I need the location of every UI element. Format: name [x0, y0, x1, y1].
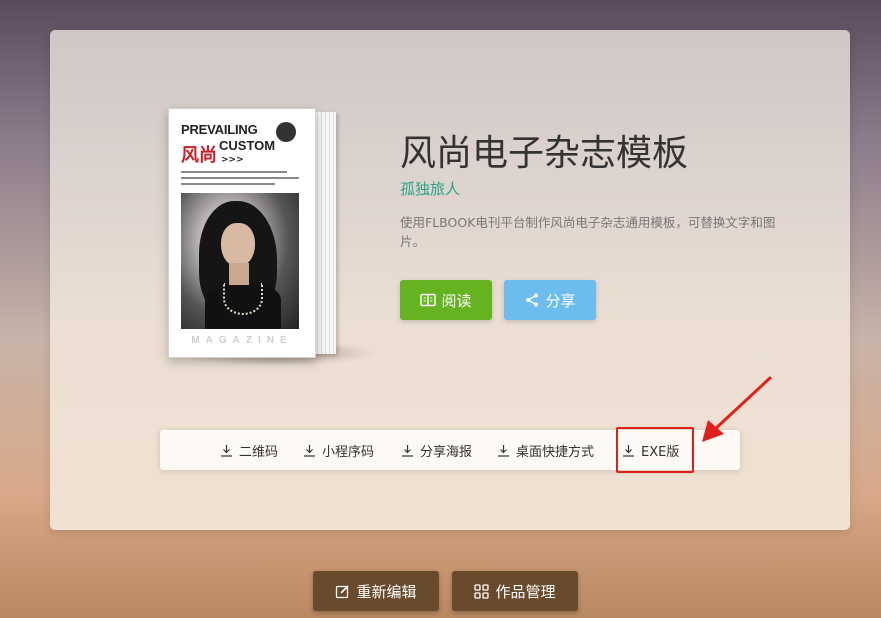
grid-icon: [474, 583, 490, 599]
edit-icon: [336, 584, 350, 598]
download-icon: [402, 444, 413, 457]
cover-arrows: >>>: [221, 155, 244, 165]
download-miniprogram-code[interactable]: 小程序码: [303, 430, 374, 470]
re-edit-label: 重新编辑: [356, 582, 417, 601]
cover-footer-text: MAGAZINE: [191, 335, 293, 346]
download-miniprogram-label: 小程序码: [322, 444, 375, 460]
cover-text-lines: [181, 171, 299, 189]
annotation-arrow-icon: [702, 376, 772, 442]
download-desktop-shortcut[interactable]: 桌面快捷方式: [497, 430, 594, 470]
download-share-poster[interactable]: 分享海报: [401, 430, 472, 470]
works-manage-button[interactable]: 作品管理: [452, 571, 578, 611]
work-title: 风尚电子杂志模板: [400, 133, 689, 174]
cover-title-line2: CUSTOM: [219, 138, 276, 153]
works-manage-label: 作品管理: [495, 582, 556, 601]
download-icon: [304, 444, 315, 457]
read-button[interactable]: 阅读: [400, 280, 492, 320]
download-share-poster-label: 分享海报: [420, 444, 473, 460]
download-icon: [498, 444, 509, 457]
share-icon: [526, 293, 539, 307]
download-icon: [221, 444, 232, 457]
work-card: PREVAILING CUSTOM 风尚 >>> MAGAZINE 风尚电子杂志…: [50, 30, 850, 530]
cover-title-line1: PREVAILING: [181, 122, 258, 137]
work-description: 使用FLBOOK电刊平台制作风尚电子杂志通用模板，可替换文字和图片。: [400, 215, 776, 249]
exe-highlight-box: [616, 427, 694, 473]
book-cover: PREVAILING CUSTOM 风尚 >>> MAGAZINE: [168, 108, 316, 358]
download-bar: 二维码 小程序码 分享海报 桌面快捷方式 EXE版: [160, 427, 740, 473]
re-edit-button[interactable]: 重新编辑: [313, 571, 439, 611]
book-cover-image[interactable]: PREVAILING CUSTOM 风尚 >>> MAGAZINE: [168, 108, 376, 366]
author-link[interactable]: 孤独旅人: [400, 178, 460, 199]
share-button[interactable]: 分享: [504, 280, 596, 320]
download-desktop-shortcut-label: 桌面快捷方式: [516, 444, 595, 460]
download-qrcode-label: 二维码: [239, 444, 279, 460]
cover-badge: [276, 122, 296, 142]
book-icon: [420, 293, 437, 307]
share-button-label: 分享: [545, 291, 576, 310]
read-button-label: 阅读: [441, 291, 472, 310]
cover-photo: [181, 193, 299, 329]
download-qrcode[interactable]: 二维码: [220, 430, 278, 470]
cover-chinese-title: 风尚: [181, 145, 217, 166]
